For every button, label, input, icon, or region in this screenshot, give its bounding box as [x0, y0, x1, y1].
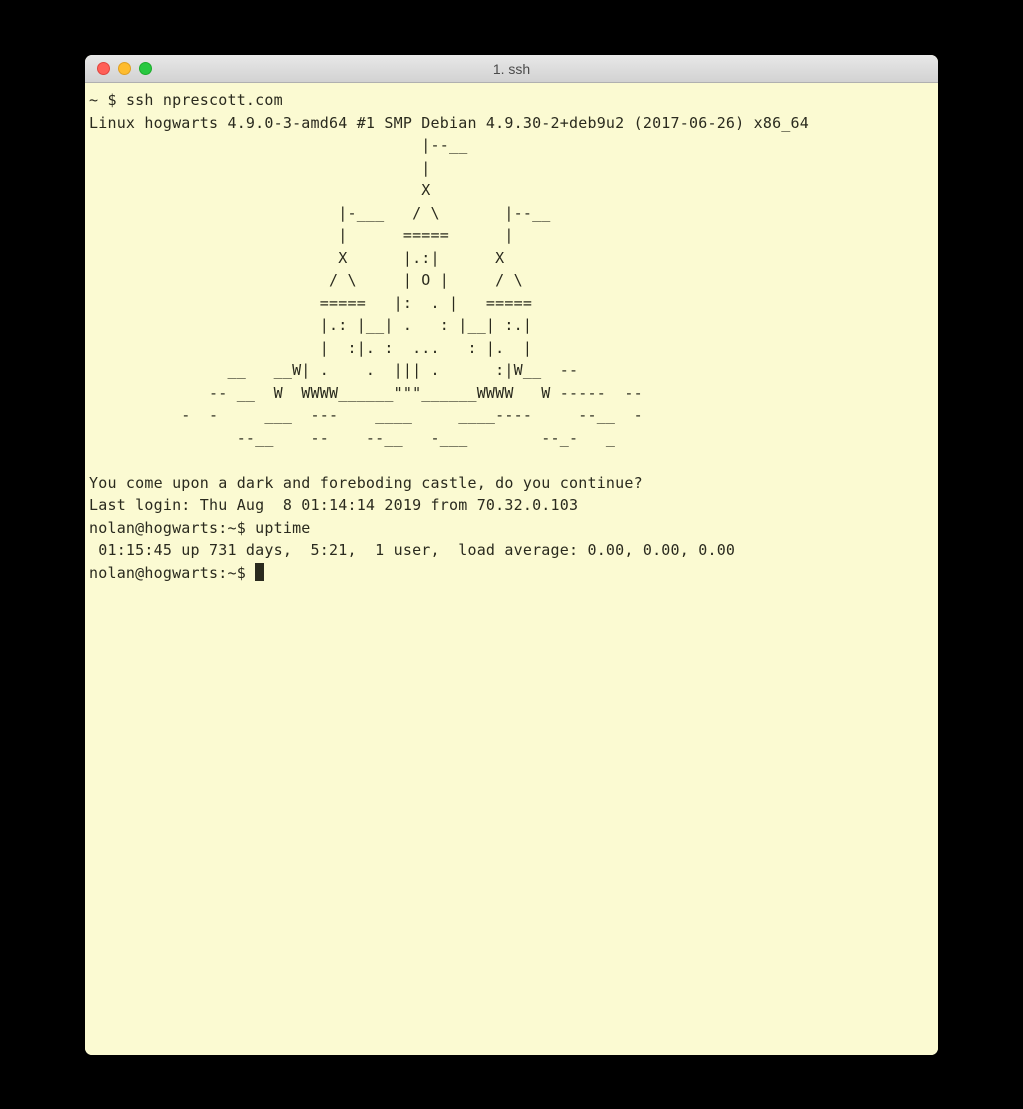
- cursor-icon: [255, 563, 264, 581]
- uptime-command: uptime: [255, 519, 310, 537]
- remote-prompt-1: nolan@hogwarts:~$: [89, 519, 255, 537]
- terminal-window: 1. ssh ~ $ ssh nprescott.com Linux hogwa…: [85, 55, 938, 1055]
- minimize-icon[interactable]: [118, 62, 131, 75]
- uptime-output: 01:15:45 up 731 days, 5:21, 1 user, load…: [89, 541, 735, 559]
- motd-line: You come upon a dark and foreboding cast…: [89, 474, 643, 492]
- ascii-art: |--__ | X |-___ / \ |--__ | ===== |: [89, 136, 643, 447]
- last-login: Last login: Thu Aug 8 01:14:14 2019 from…: [89, 496, 578, 514]
- titlebar[interactable]: 1. ssh: [85, 55, 938, 83]
- traffic-lights: [85, 62, 152, 75]
- close-icon[interactable]: [97, 62, 110, 75]
- ssh-command: ssh nprescott.com: [126, 91, 283, 109]
- local-prompt: ~ $: [89, 91, 126, 109]
- banner-line: Linux hogwarts 4.9.0-3-amd64 #1 SMP Debi…: [89, 114, 809, 132]
- zoom-icon[interactable]: [139, 62, 152, 75]
- remote-prompt-2: nolan@hogwarts:~$: [89, 564, 255, 582]
- terminal-content[interactable]: ~ $ ssh nprescott.com Linux hogwarts 4.9…: [85, 83, 938, 1055]
- window-title: 1. ssh: [493, 61, 530, 77]
